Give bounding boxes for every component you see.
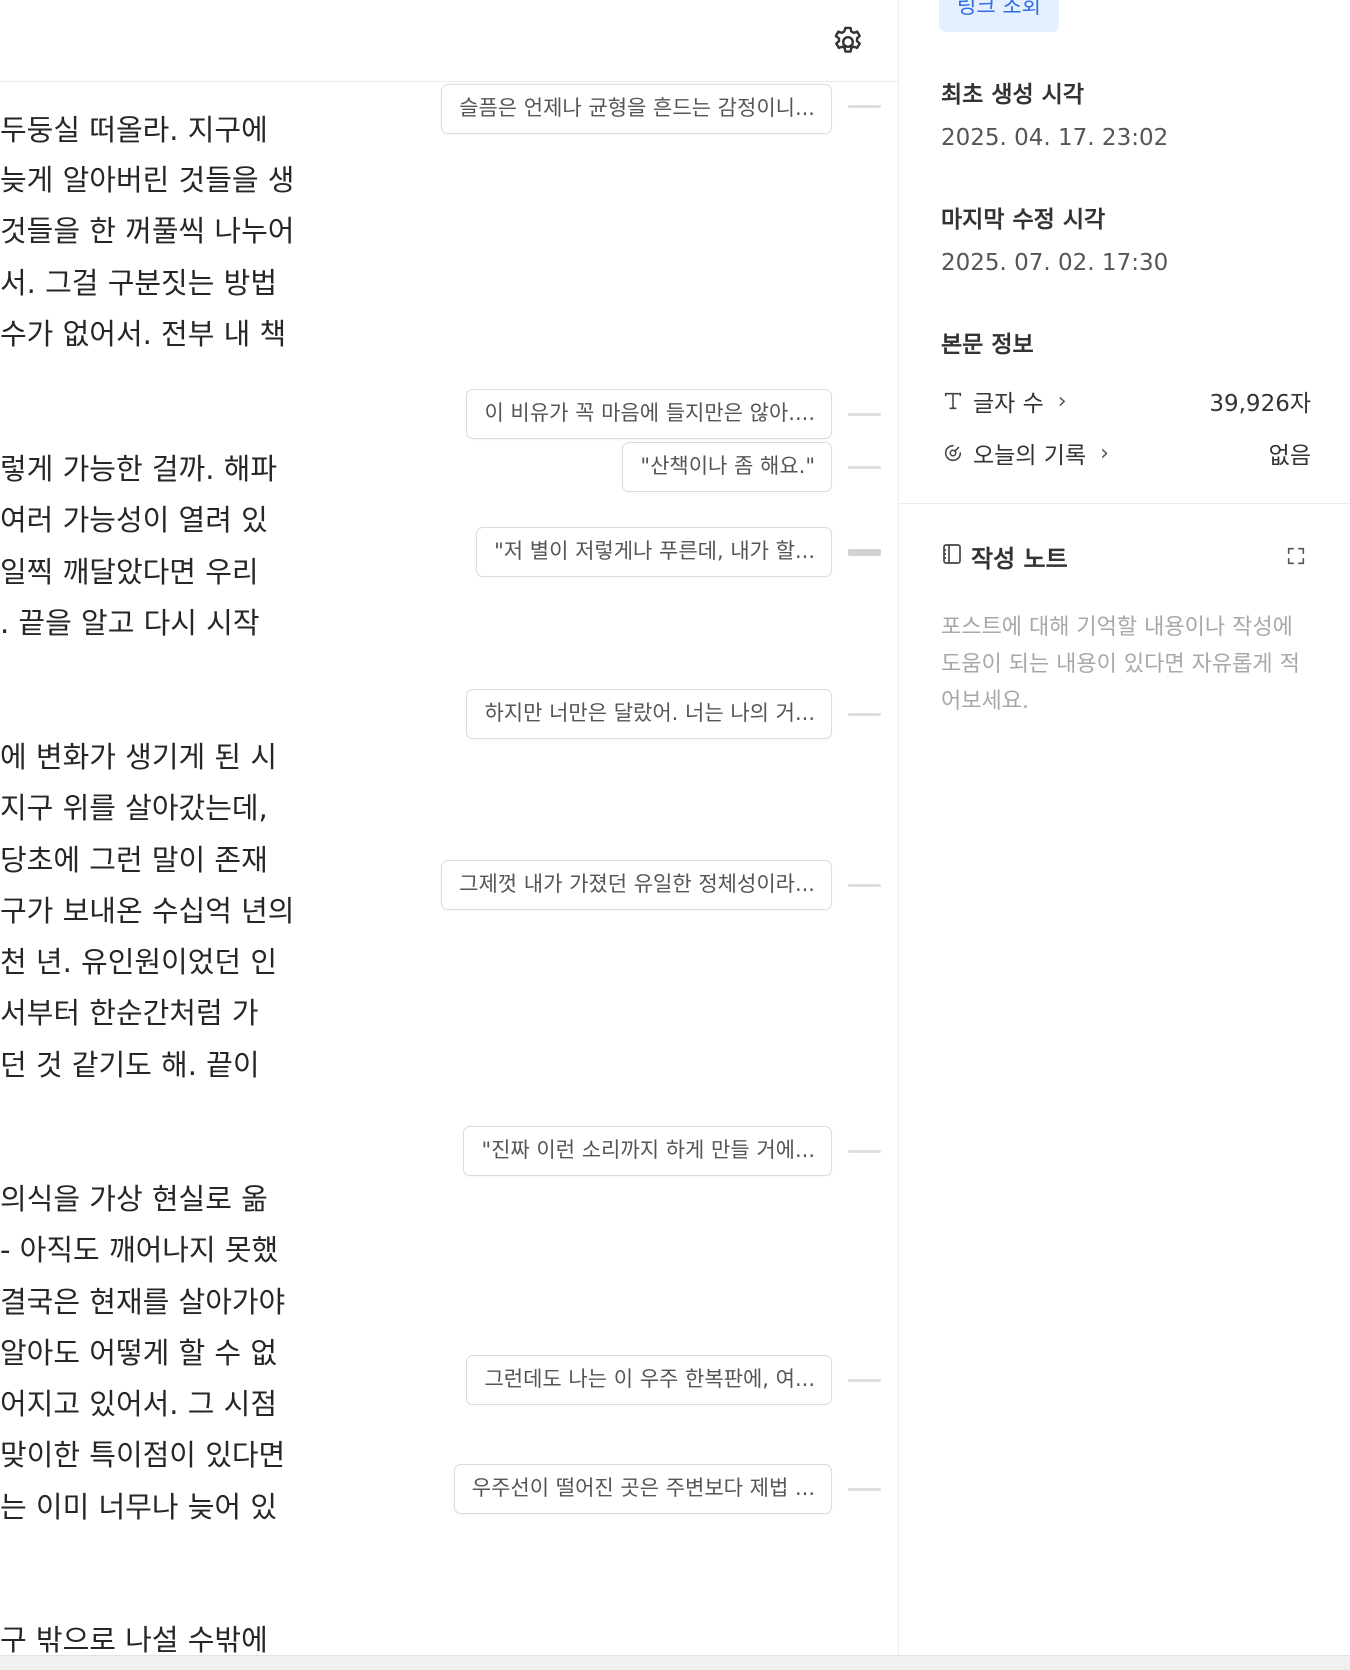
editor-area[interactable]: 두둥실 떠올라. 지구에 늦게 알아버린 것들을 생 것들을 한 꺼풀씩 나누어… [0, 0, 898, 1655]
memo-marker [848, 105, 881, 108]
body-text-line: 알아도 어떻게 할 수 없 [0, 1336, 277, 1370]
writing-note-header: 작성 노트 [941, 536, 1311, 576]
gear-icon [834, 26, 861, 53]
memo-chip[interactable]: 슬픔은 언제나 균형을 흔드는 감정이니... [441, 84, 832, 134]
memo-chip[interactable]: 하지만 너만은 달랐어. 너는 나의 거... [466, 689, 832, 739]
body-text-line: 구가 보내온 수십억 년의 [0, 894, 295, 928]
body-text-line: 렇게 가능한 걸까. 해파 [0, 452, 277, 486]
memo-marker [848, 413, 881, 416]
body-text-line: 천 년. 유인원이었던 인 [0, 945, 277, 979]
chevron-right-icon: › [1057, 388, 1067, 414]
modified-time-value: 2025. 07. 02. 17:30 [941, 250, 1169, 276]
body-text-line: 일찍 깨달았다면 우리 [0, 555, 259, 589]
memo-chip[interactable]: 우주선이 떨어진 곳은 주변보다 제법 ... [453, 1464, 832, 1514]
body-text-line: - 아직도 깨어나지 못했 [0, 1233, 279, 1267]
writing-note-input[interactable]: 포스트에 대해 기억할 내용이나 작성에 도움이 되는 내용이 있다면 자유롭게… [941, 609, 1311, 720]
memo-marker [848, 549, 881, 556]
body-text-line: 서부터 한순간처럼 가 [0, 996, 259, 1030]
memo-marker [848, 466, 881, 469]
memo-chip[interactable]: 그런데도 나는 이 우주 한복판에, 여... [466, 1355, 832, 1405]
memo-marker [848, 884, 881, 887]
body-text-line: 수가 없어서. 전부 내 책 [0, 317, 287, 351]
settings-button[interactable] [828, 22, 868, 62]
memo-marker [848, 1379, 881, 1382]
gauge-icon [941, 441, 965, 465]
memo-chip[interactable]: "산책이나 좀 해요." [622, 442, 832, 492]
body-text-line: 는 이미 너무나 늦어 있 [0, 1490, 277, 1524]
body-text-line: 여러 가능성이 열려 있 [0, 503, 268, 537]
notebook-icon [941, 542, 963, 570]
body-text-line: 의식을 가상 현실로 옮 [0, 1182, 268, 1216]
char-count-label: 글자 수 [973, 391, 1044, 417]
today-record-row[interactable]: 오늘의 기록 › 없음 [941, 435, 1311, 471]
created-time-value: 2025. 04. 17. 23:02 [941, 125, 1169, 151]
memo-chip[interactable]: 그제껏 내가 가졌던 유일한 정체성이라... [441, 860, 832, 910]
memo-chip[interactable]: "저 별이 저렇게나 푸른데, 내가 할... [476, 527, 832, 577]
body-text-line: 어지고 있어서. 그 시점 [0, 1387, 277, 1421]
body-text-line: . 끝을 알고 다시 시작 [0, 606, 260, 640]
body-text-line: 맞이한 특이점이 있다면 [0, 1438, 286, 1472]
memo-marker [848, 713, 881, 716]
body-text-line: 결국은 현재를 살아가야 [0, 1285, 286, 1319]
modified-time-label: 마지막 수정 시각 [941, 207, 1106, 233]
text-t-icon [941, 389, 965, 413]
body-text-line: 지구 위를 살아갔는데, [0, 791, 268, 825]
body-text-line: 구 밖으로 나설 수밖에 [0, 1623, 268, 1655]
today-record-label: 오늘의 기록 [973, 443, 1087, 469]
today-record-value: 없음 [1268, 443, 1311, 469]
memo-chip[interactable]: "진짜 이런 소리까지 하게 만들 거에... [463, 1126, 832, 1176]
panel-divider [899, 503, 1350, 504]
body-text-line: 던 것 같기도 해. 끝이 [0, 1048, 260, 1082]
body-text-line: 두둥실 떠올라. 지구에 [0, 113, 268, 147]
body-text-line: 것들을 한 꺼풀씩 나누어 [0, 214, 295, 248]
char-count-row[interactable]: 글자 수 › 39,926자 [941, 383, 1311, 419]
chevron-right-icon: › [1100, 440, 1109, 466]
body-text-line: 서. 그걸 구분짓는 방법 [0, 266, 277, 300]
app-root: 두둥실 떠올라. 지구에 늦게 알아버린 것들을 생 것들을 한 꺼풀씩 나누어… [0, 0, 1350, 1670]
body-text-line: 에 변화가 생기게 된 시 [0, 740, 277, 774]
body-info-label: 본문 정보 [941, 332, 1034, 358]
writing-note-title: 작성 노트 [971, 544, 1068, 573]
char-count-value: 39,926자 [1209, 391, 1311, 417]
body-text-line: 늦게 알아버린 것들을 생 [0, 163, 295, 197]
editor-toolbar [0, 0, 898, 82]
created-time-label: 최초 생성 시각 [941, 82, 1084, 108]
memo-marker [848, 1150, 881, 1153]
post-info-panel: 링크 조회 최초 생성 시각 2025. 04. 17. 23:02 마지막 수… [898, 0, 1350, 1655]
memo-chip[interactable]: 이 비유가 꼭 마음에 들지만은 않아.... [466, 389, 832, 439]
expand-button[interactable] [1281, 541, 1311, 571]
link-view-button[interactable]: 링크 조회 [939, 0, 1059, 32]
window-bottom-edge [0, 1655, 1350, 1670]
memo-marker [848, 1488, 881, 1491]
expand-icon [1287, 547, 1305, 565]
body-text-line: 당초에 그런 말이 존재 [0, 843, 268, 877]
